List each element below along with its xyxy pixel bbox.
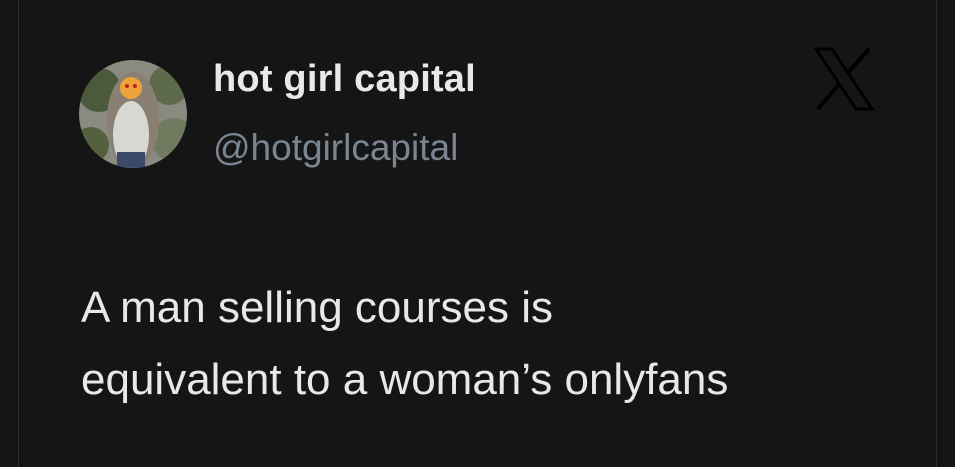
user-handle[interactable]: @hotgirlcapital [213,127,458,169]
tweet-card: hot girl capital @hotgirlcapital A man s… [18,0,937,467]
display-name[interactable]: hot girl capital [213,58,476,101]
x-logo-icon[interactable] [814,47,874,111]
avatar[interactable] [79,60,187,168]
tweet-text: A man selling courses is equivalent to a… [81,272,911,416]
profile-photo-icon [79,60,187,168]
tweet-text-line: A man selling courses is [81,283,553,332]
tweet-text-line: equivalent to a woman’s onlyfans [81,355,729,404]
